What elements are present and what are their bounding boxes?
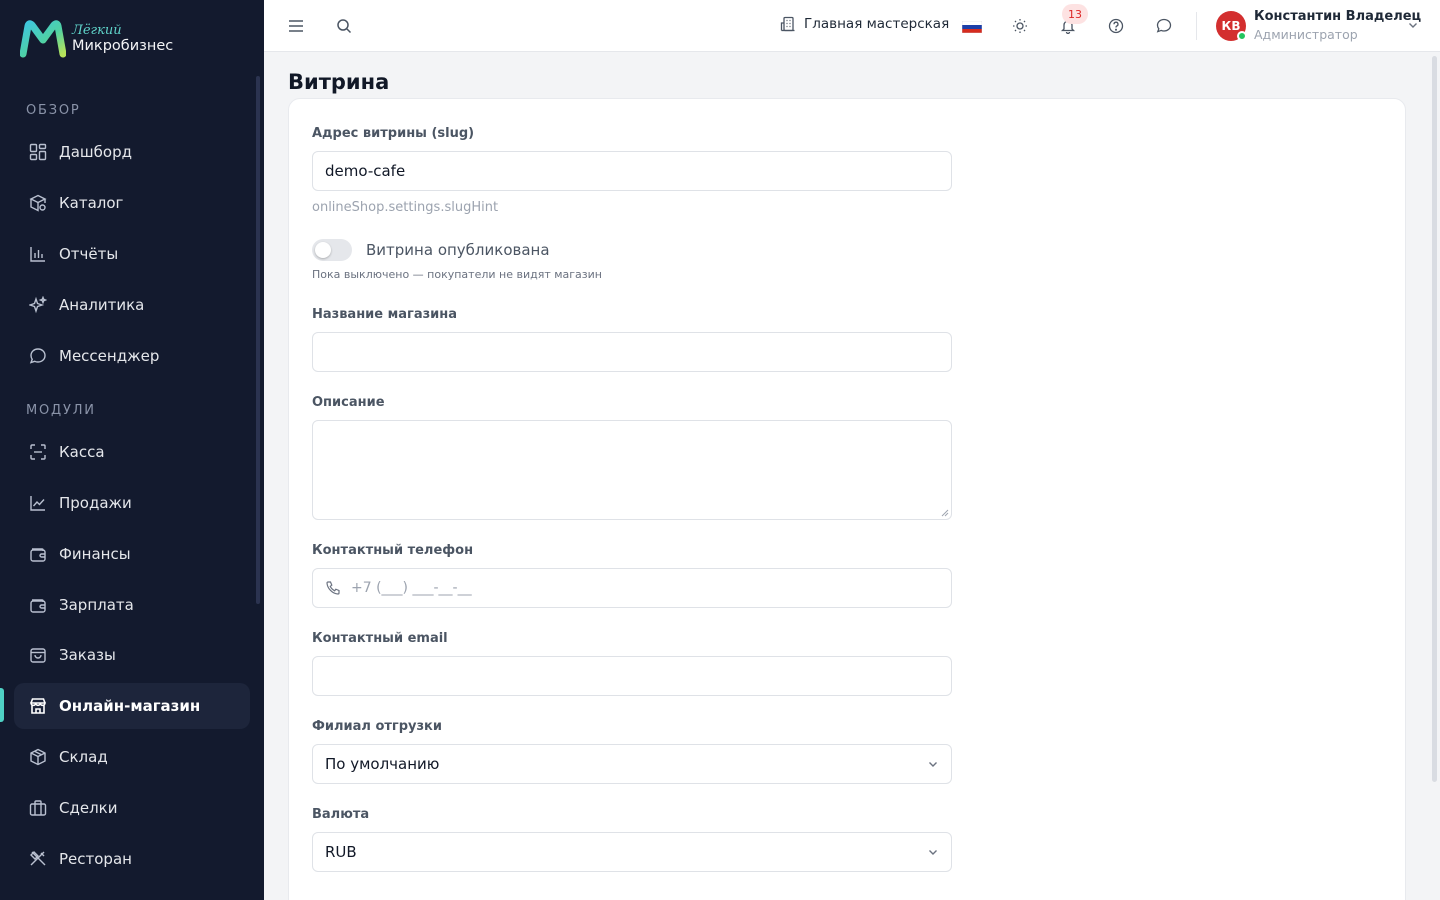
slug-label: Адрес витрины (slug) xyxy=(312,126,475,141)
phone-label: Контактный телефон xyxy=(312,543,474,558)
sidebar-item-salary[interactable]: Зарплата xyxy=(14,582,250,628)
currency-value: RUB xyxy=(325,843,357,861)
sidebar-item-label: Аналитика xyxy=(59,296,145,314)
sparkle-icon xyxy=(28,295,48,315)
chevron-down-icon xyxy=(925,756,941,772)
slug-hint: onlineShop.settings.slugHint xyxy=(312,200,499,215)
section-title-modules: Модули xyxy=(26,403,96,418)
resize-grip-icon[interactable] xyxy=(941,509,949,517)
wallet-icon xyxy=(28,544,48,564)
sidebar-item-label: Склад xyxy=(59,748,108,766)
sidebar-item-finance[interactable]: Финансы xyxy=(14,531,250,577)
sidebar-item-label: Продажи xyxy=(59,494,132,512)
toggle-knob xyxy=(315,242,331,258)
notifications-badge: 13 xyxy=(1062,4,1088,24)
sidebar-item-reports[interactable]: Отчёты xyxy=(14,231,250,277)
section-title-overview: Обзор xyxy=(26,103,81,118)
sidebar-item-orders[interactable]: Заказы xyxy=(14,632,250,678)
chat-icon xyxy=(28,346,48,366)
user-role: Администратор xyxy=(1254,27,1358,42)
sidebar-item-sales[interactable]: Продажи xyxy=(14,480,250,526)
phone-icon xyxy=(325,580,341,596)
shop-name-input[interactable] xyxy=(312,332,952,372)
page-title: Витрина xyxy=(288,70,390,94)
workshop-name: Главная мастерская xyxy=(804,16,950,32)
email-label: Контактный email xyxy=(312,631,448,646)
sidebar-item-dashboard[interactable]: Дашборд xyxy=(14,129,250,175)
sidebar-item-label: Дашборд xyxy=(59,143,132,161)
sidebar-item-label: Касса xyxy=(59,443,105,461)
user-name[interactable]: Константин Владелец xyxy=(1254,9,1421,24)
sidebar-item-label: Заказы xyxy=(59,646,116,664)
theme-sun-icon[interactable] xyxy=(1008,14,1032,38)
active-indicator xyxy=(0,688,4,722)
branch-select[interactable]: По умолчанию xyxy=(312,744,952,784)
sidebar-item-label: Онлайн-магазин xyxy=(59,697,201,715)
sidebar-item-cashdesk[interactable]: Касса xyxy=(14,429,250,475)
wallet-icon xyxy=(28,595,48,615)
building-icon xyxy=(780,16,796,32)
currency-select[interactable]: RUB xyxy=(312,832,952,872)
branch-label: Филиал отгрузки xyxy=(312,719,442,734)
briefcase-icon xyxy=(28,798,48,818)
main-scrollbar[interactable] xyxy=(1432,56,1437,782)
sidebar-item-label: Зарплата xyxy=(59,596,134,614)
chevron-down-icon[interactable] xyxy=(1404,16,1422,34)
app-logo[interactable]: Лёгкий Микробизнес xyxy=(20,20,173,58)
store-icon xyxy=(28,696,48,716)
published-toggle[interactable] xyxy=(312,239,352,261)
reports-icon xyxy=(28,244,48,264)
shop-name-label: Название магазина xyxy=(312,307,458,322)
workshop-selector[interactable]: Главная мастерская xyxy=(780,16,949,32)
currency-label: Валюта xyxy=(312,807,370,822)
published-hint: Пока выключено — покупатели не видят маг… xyxy=(312,268,602,281)
topbar: Главная мастерская 13 КВ Константин Влад… xyxy=(264,0,1440,52)
sidebar-item-label: Ресторан xyxy=(59,850,132,868)
email-input[interactable] xyxy=(312,656,952,696)
chat-icon[interactable] xyxy=(1152,14,1176,38)
logo-name: Микробизнес xyxy=(72,38,174,55)
chart-line-icon xyxy=(28,493,48,513)
slug-value: demo-cafe xyxy=(325,162,406,180)
sidebar-scrollbar[interactable] xyxy=(256,76,260,604)
description-textarea[interactable] xyxy=(312,420,952,520)
catalog-icon xyxy=(28,193,48,213)
sidebar-item-deals[interactable]: Сделки xyxy=(14,785,250,831)
bag-icon xyxy=(28,645,48,665)
phone-input[interactable]: +7 (___) ___-__-__ xyxy=(312,568,952,608)
search-icon[interactable] xyxy=(332,14,356,38)
branch-value: По умолчанию xyxy=(325,755,440,773)
sidebar-item-catalog[interactable]: Каталог xyxy=(14,180,250,226)
sidebar-item-restaurant[interactable]: Ресторан xyxy=(14,836,250,882)
russia-flag-icon[interactable] xyxy=(962,21,982,33)
scan-icon xyxy=(28,442,48,462)
sidebar-item-messenger[interactable]: Мессенджер xyxy=(14,333,250,379)
sidebar-item-label: Финансы xyxy=(59,545,131,563)
cutlery-icon xyxy=(28,849,48,869)
sidebar-item-label: Отчёты xyxy=(59,245,119,263)
online-status-dot xyxy=(1237,31,1247,41)
box-icon xyxy=(28,747,48,767)
sidebar-item-label: Каталог xyxy=(59,194,124,212)
menu-icon[interactable] xyxy=(284,14,308,38)
sidebar-item-online-shop[interactable]: Онлайн-магазин xyxy=(14,683,250,729)
sidebar-item-analytics[interactable]: Аналитика xyxy=(14,282,250,328)
slug-input[interactable]: demo-cafe xyxy=(312,151,952,191)
sidebar-item-label: Мессенджер xyxy=(59,347,160,365)
sidebar: Лёгкий Микробизнес Обзор Дашборд Каталог… xyxy=(0,0,264,900)
sidebar-item-label: Сделки xyxy=(59,799,118,817)
phone-placeholder: +7 (___) ___-__-__ xyxy=(351,580,472,596)
sidebar-item-warehouse[interactable]: Склад xyxy=(14,734,250,780)
dashboard-icon xyxy=(28,142,48,162)
published-label[interactable]: Витрина опубликована xyxy=(366,241,550,259)
logo-tagline: Лёгкий xyxy=(72,23,122,39)
chevron-down-icon xyxy=(925,844,941,860)
help-icon[interactable] xyxy=(1104,14,1128,38)
topbar-divider xyxy=(1196,12,1197,40)
description-label: Описание xyxy=(312,395,385,410)
logo-mark-icon xyxy=(20,20,66,58)
